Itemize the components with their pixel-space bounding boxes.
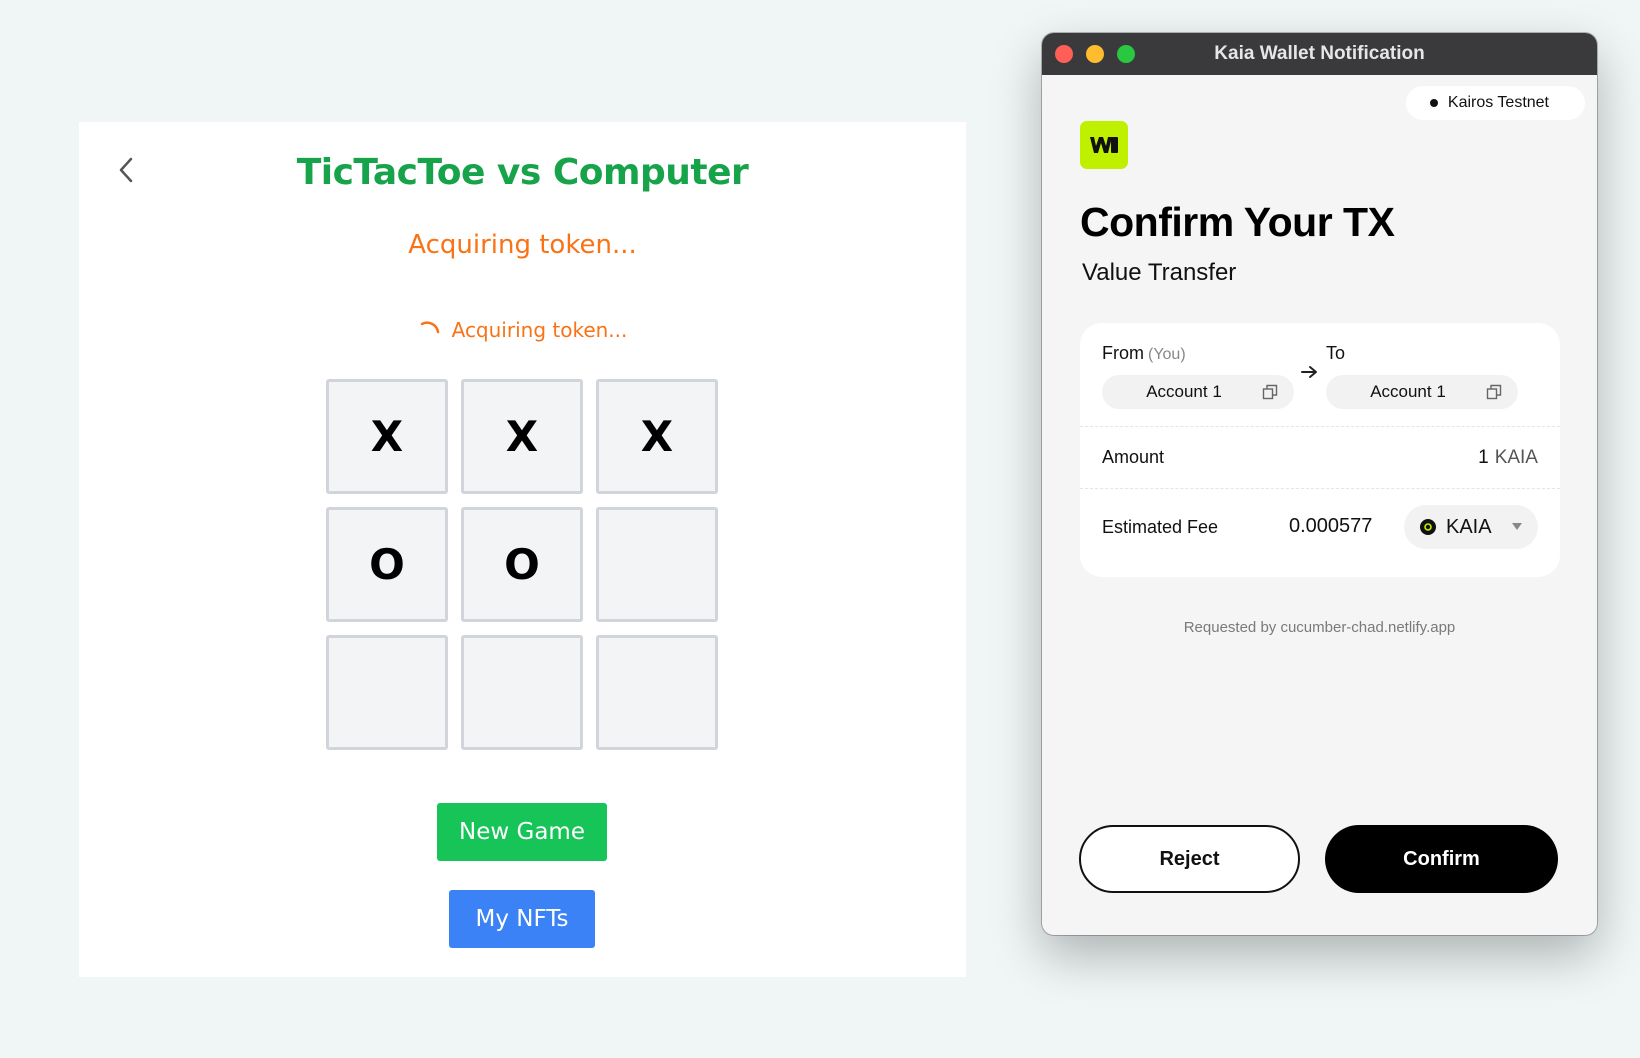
- wallet-logo-icon: [1090, 137, 1118, 153]
- fee-token-select[interactable]: KAIA: [1404, 505, 1538, 549]
- confirm-heading: Confirm Your TX: [1080, 199, 1395, 245]
- from-label: From (You): [1102, 343, 1186, 364]
- game-board: X X X O O: [326, 379, 718, 750]
- estimated-fee-value: 0.000577: [1289, 515, 1373, 537]
- copy-icon[interactable]: [1262, 384, 1278, 400]
- new-game-button[interactable]: New Game: [437, 803, 607, 861]
- estimated-fee-label: Estimated Fee: [1102, 517, 1219, 537]
- window-maximize-button[interactable]: [1117, 45, 1135, 63]
- reject-button[interactable]: Reject: [1079, 825, 1300, 893]
- to-account-pill[interactable]: Account 1: [1326, 375, 1518, 409]
- game-title: TicTacToe vs Computer: [296, 152, 749, 193]
- board-cell-6[interactable]: [596, 507, 718, 622]
- network-status-dot: [1429, 99, 1438, 107]
- to-account-name: Account 1: [1370, 382, 1446, 401]
- network-name: Kairos Testnet: [1447, 94, 1549, 111]
- board-cell-7[interactable]: [326, 635, 448, 750]
- from-label-text: From: [1102, 343, 1144, 363]
- from-account-name: Account 1: [1146, 382, 1222, 401]
- to-label: To: [1326, 343, 1346, 363]
- window-minimize-button[interactable]: [1086, 45, 1104, 63]
- board-cell-5[interactable]: O: [461, 507, 583, 622]
- network-badge[interactable]: Kairos Testnet: [1405, 86, 1585, 120]
- loading-text: Acquiring token...: [451, 318, 628, 342]
- requested-by: Requested by cucumber-chad.netlify.app: [1183, 619, 1456, 636]
- board-cell-8[interactable]: [461, 635, 583, 750]
- amount-value: 1 KAIA: [1478, 447, 1538, 469]
- window-titlebar[interactable]: Kaia Wallet Notification: [1042, 33, 1597, 75]
- spinner-icon: [420, 321, 439, 334]
- board-cell-1[interactable]: X: [326, 379, 448, 494]
- tx-type: Value Transfer: [1082, 259, 1237, 286]
- confirm-button[interactable]: Confirm: [1325, 825, 1558, 893]
- board-cell-9[interactable]: [596, 635, 718, 750]
- transaction-card: From (You) To Account 1 Account 1 Amount …: [1080, 323, 1560, 577]
- from-account-pill[interactable]: Account 1: [1102, 375, 1294, 409]
- kaia-coin-icon: [1420, 519, 1436, 535]
- board-cell-4[interactable]: O: [326, 507, 448, 622]
- you-tag: (You): [1148, 346, 1186, 363]
- board-cell-2[interactable]: X: [461, 379, 583, 494]
- arrow-right-icon: [1301, 366, 1317, 378]
- copy-icon[interactable]: [1486, 384, 1502, 400]
- divider: [1080, 426, 1560, 427]
- window-title: Kaia Wallet Notification: [1214, 43, 1425, 64]
- my-nfts-button[interactable]: My NFTs: [449, 890, 595, 948]
- loading-indicator: Acquiring token...: [79, 318, 966, 342]
- game-status: Acquiring token...: [408, 230, 637, 260]
- amount-unit: KAIA: [1494, 447, 1538, 468]
- amount-label: Amount: [1102, 447, 1165, 467]
- caret-down-icon: [1512, 523, 1522, 530]
- game-panel: TicTacToe vs Computer Acquiring token...…: [79, 122, 966, 977]
- board-cell-3[interactable]: X: [596, 379, 718, 494]
- amount-number: 1: [1478, 447, 1489, 468]
- fee-token-label: KAIA: [1446, 515, 1492, 538]
- wallet-window: Kaia Wallet Notification Kairos Testnet …: [1042, 33, 1597, 935]
- wallet-logo: [1080, 121, 1128, 169]
- window-close-button[interactable]: [1055, 45, 1073, 63]
- divider: [1080, 488, 1560, 489]
